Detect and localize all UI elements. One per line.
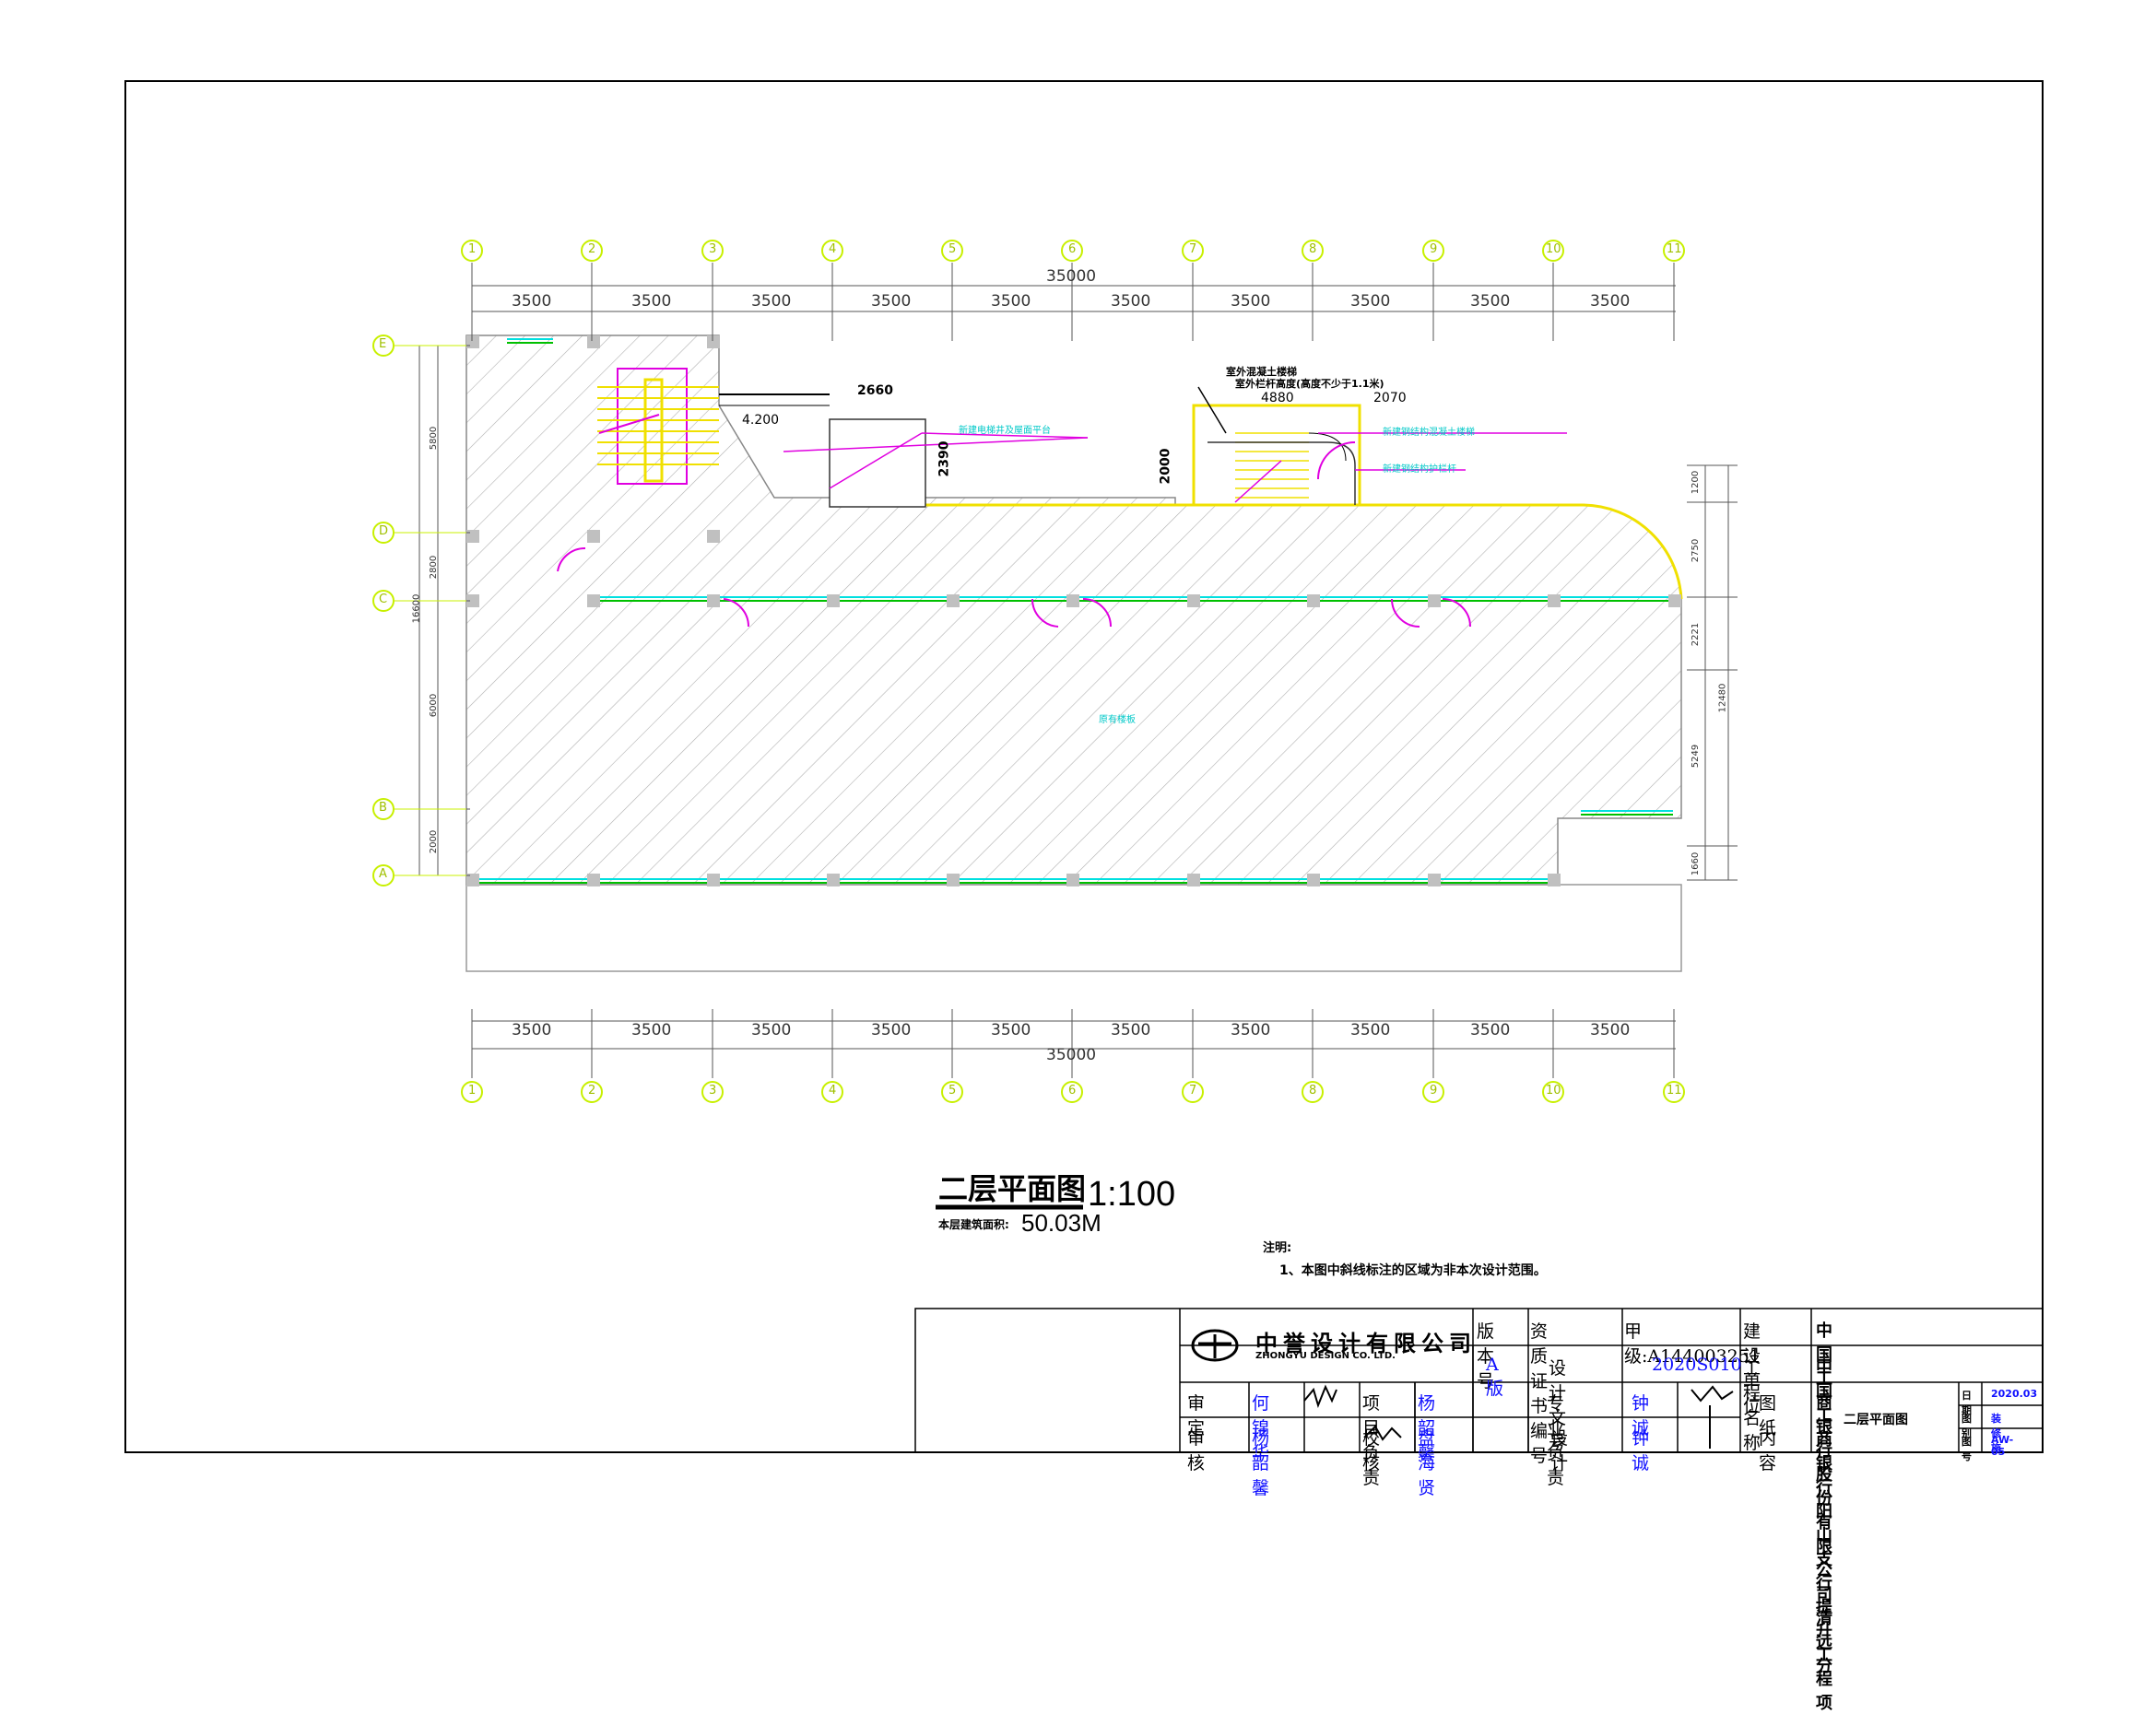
role-check-label: 校 核 [1362,1428,1381,1473]
bay-dim: 3500 [631,1021,672,1039]
area-value: 50.03M [1021,1209,1102,1237]
dim-2660: 2660 [857,383,893,398]
right-dim: 2221 [1691,622,1702,647]
drawing-content-value: 二层平面图 [1844,1413,1908,1427]
right-dim-total: 12480 [1717,683,1728,713]
date-value: 2020.03 [1991,1388,2038,1400]
left-dim: 5800 [429,426,440,451]
bay-dim: 3500 [1590,292,1631,311]
axis-label: 9 [1430,1084,1438,1098]
company-name-en: ZHONGYU DESIGN CO. LTD. [1255,1351,1396,1361]
bay-dim: 3500 [512,292,552,311]
axis-label: 4 [829,242,837,256]
bay-dim: 3500 [991,292,1031,311]
axis-label: 3 [709,1084,717,1098]
dimension-total-bottom: 35000 [1046,1046,1097,1064]
axis-label: 7 [1189,1084,1197,1098]
axis-label: 10 [1546,1084,1561,1098]
role-check-name: 盘海贤 [1418,1428,1436,1498]
axis-label: B [379,801,387,815]
bay-dim: 3500 [1231,1021,1271,1039]
bay-dim: 3500 [512,1021,552,1039]
axis-label: 1 [468,1084,477,1098]
axis-label: 2 [588,242,596,256]
role-design-label: 设 计 [1550,1428,1569,1473]
left-dim: 2800 [429,555,440,580]
axis-label: D [379,524,389,538]
right-dim: 2750 [1691,538,1702,563]
dim-2070: 2070 [1373,391,1407,405]
bay-dim: 3500 [1111,1021,1151,1039]
right-dim: 1200 [1691,470,1702,495]
number-label: 图号 [1962,1436,1972,1462]
note-1: 1、本图中斜线标注的区域为非本次设计范围。 [1279,1263,1547,1278]
axis-label: 5 [948,1084,957,1098]
cert-label: 资质证书编号 [1530,1321,1549,1466]
bay-dim: 3500 [631,292,672,311]
project-value: 中国工商银行阳山支行提升工程项 [1816,1358,1832,1713]
dim-2390: 2390 [937,440,952,477]
bay-dim: 3500 [1231,292,1271,311]
drawing-label-2: 内 容 [1759,1428,1777,1473]
bay-dim: 3500 [751,1021,792,1039]
label-stair-note: 室外栏杆高度(高度不少于1.1米) [1235,378,1384,390]
left-dim: 2000 [429,829,440,854]
left-dim-total: 16600 [411,593,422,624]
dimension-total-top: 35000 [1046,267,1097,286]
role-review-label: 审 核 [1187,1428,1206,1473]
dim-4880: 4880 [1261,391,1294,405]
axis-label: 8 [1309,1084,1317,1098]
axis-label: 5 [948,242,957,256]
drawing-title: 二层平面图 [938,1171,1087,1206]
number-value: AW-05 [1991,1434,2014,1458]
axis-label: 6 [1068,1084,1077,1098]
axis-label: 1 [468,242,477,256]
axis-label: 8 [1309,242,1317,256]
notes-heading: 注明: [1263,1241,1292,1255]
dim-2000: 2000 [1158,448,1173,485]
label-elevator: 新建电梯井及屋面平台 [959,426,1051,436]
axis-label: 2 [588,1084,596,1098]
axis-label: 4 [829,1084,837,1098]
doc-value: 2020S010 [1652,1355,1742,1375]
axis-label: C [379,593,388,606]
right-dim: 1660 [1691,851,1702,876]
bay-dim: 3500 [1470,292,1511,311]
bay-dim: 3500 [751,292,792,311]
area-label: 本层建筑面积: [938,1218,1009,1231]
axis-label: 11 [1667,1084,1682,1098]
bay-dim: 3500 [1111,292,1151,311]
role-review-name: 杨韶馨 [1252,1428,1270,1498]
role-design-name: 钟 诚 [1632,1428,1650,1473]
axis-label: 11 [1667,242,1682,256]
bay-dim: 3500 [1470,1021,1511,1039]
label-corridor: 原有楼板 [1099,715,1136,725]
bay-dim: 3500 [871,292,912,311]
bay-dim: 3500 [991,1021,1031,1039]
axis-label: E [379,337,387,351]
left-dim: 6000 [429,693,440,718]
right-dim: 5249 [1691,744,1702,769]
bay-dim: 3500 [1350,1021,1391,1039]
version-value: A版 [1486,1355,1504,1399]
bay-dim: 3500 [871,1021,912,1039]
label-rail: 新建钢结构护栏杆 [1383,464,1456,475]
axis-label: 6 [1068,242,1077,256]
elevation-mark: 4.200 [742,413,780,428]
bay-dim: 3500 [1590,1021,1631,1039]
bay-dim: 3500 [1350,292,1391,311]
label-new-stair: 新建钢结构混凝土楼梯 [1383,428,1475,438]
axis-label: 9 [1430,242,1438,256]
axis-label: 3 [709,242,717,256]
axis-label: A [379,867,387,881]
axis-label: 7 [1189,242,1197,256]
axis-label: 10 [1546,242,1561,256]
